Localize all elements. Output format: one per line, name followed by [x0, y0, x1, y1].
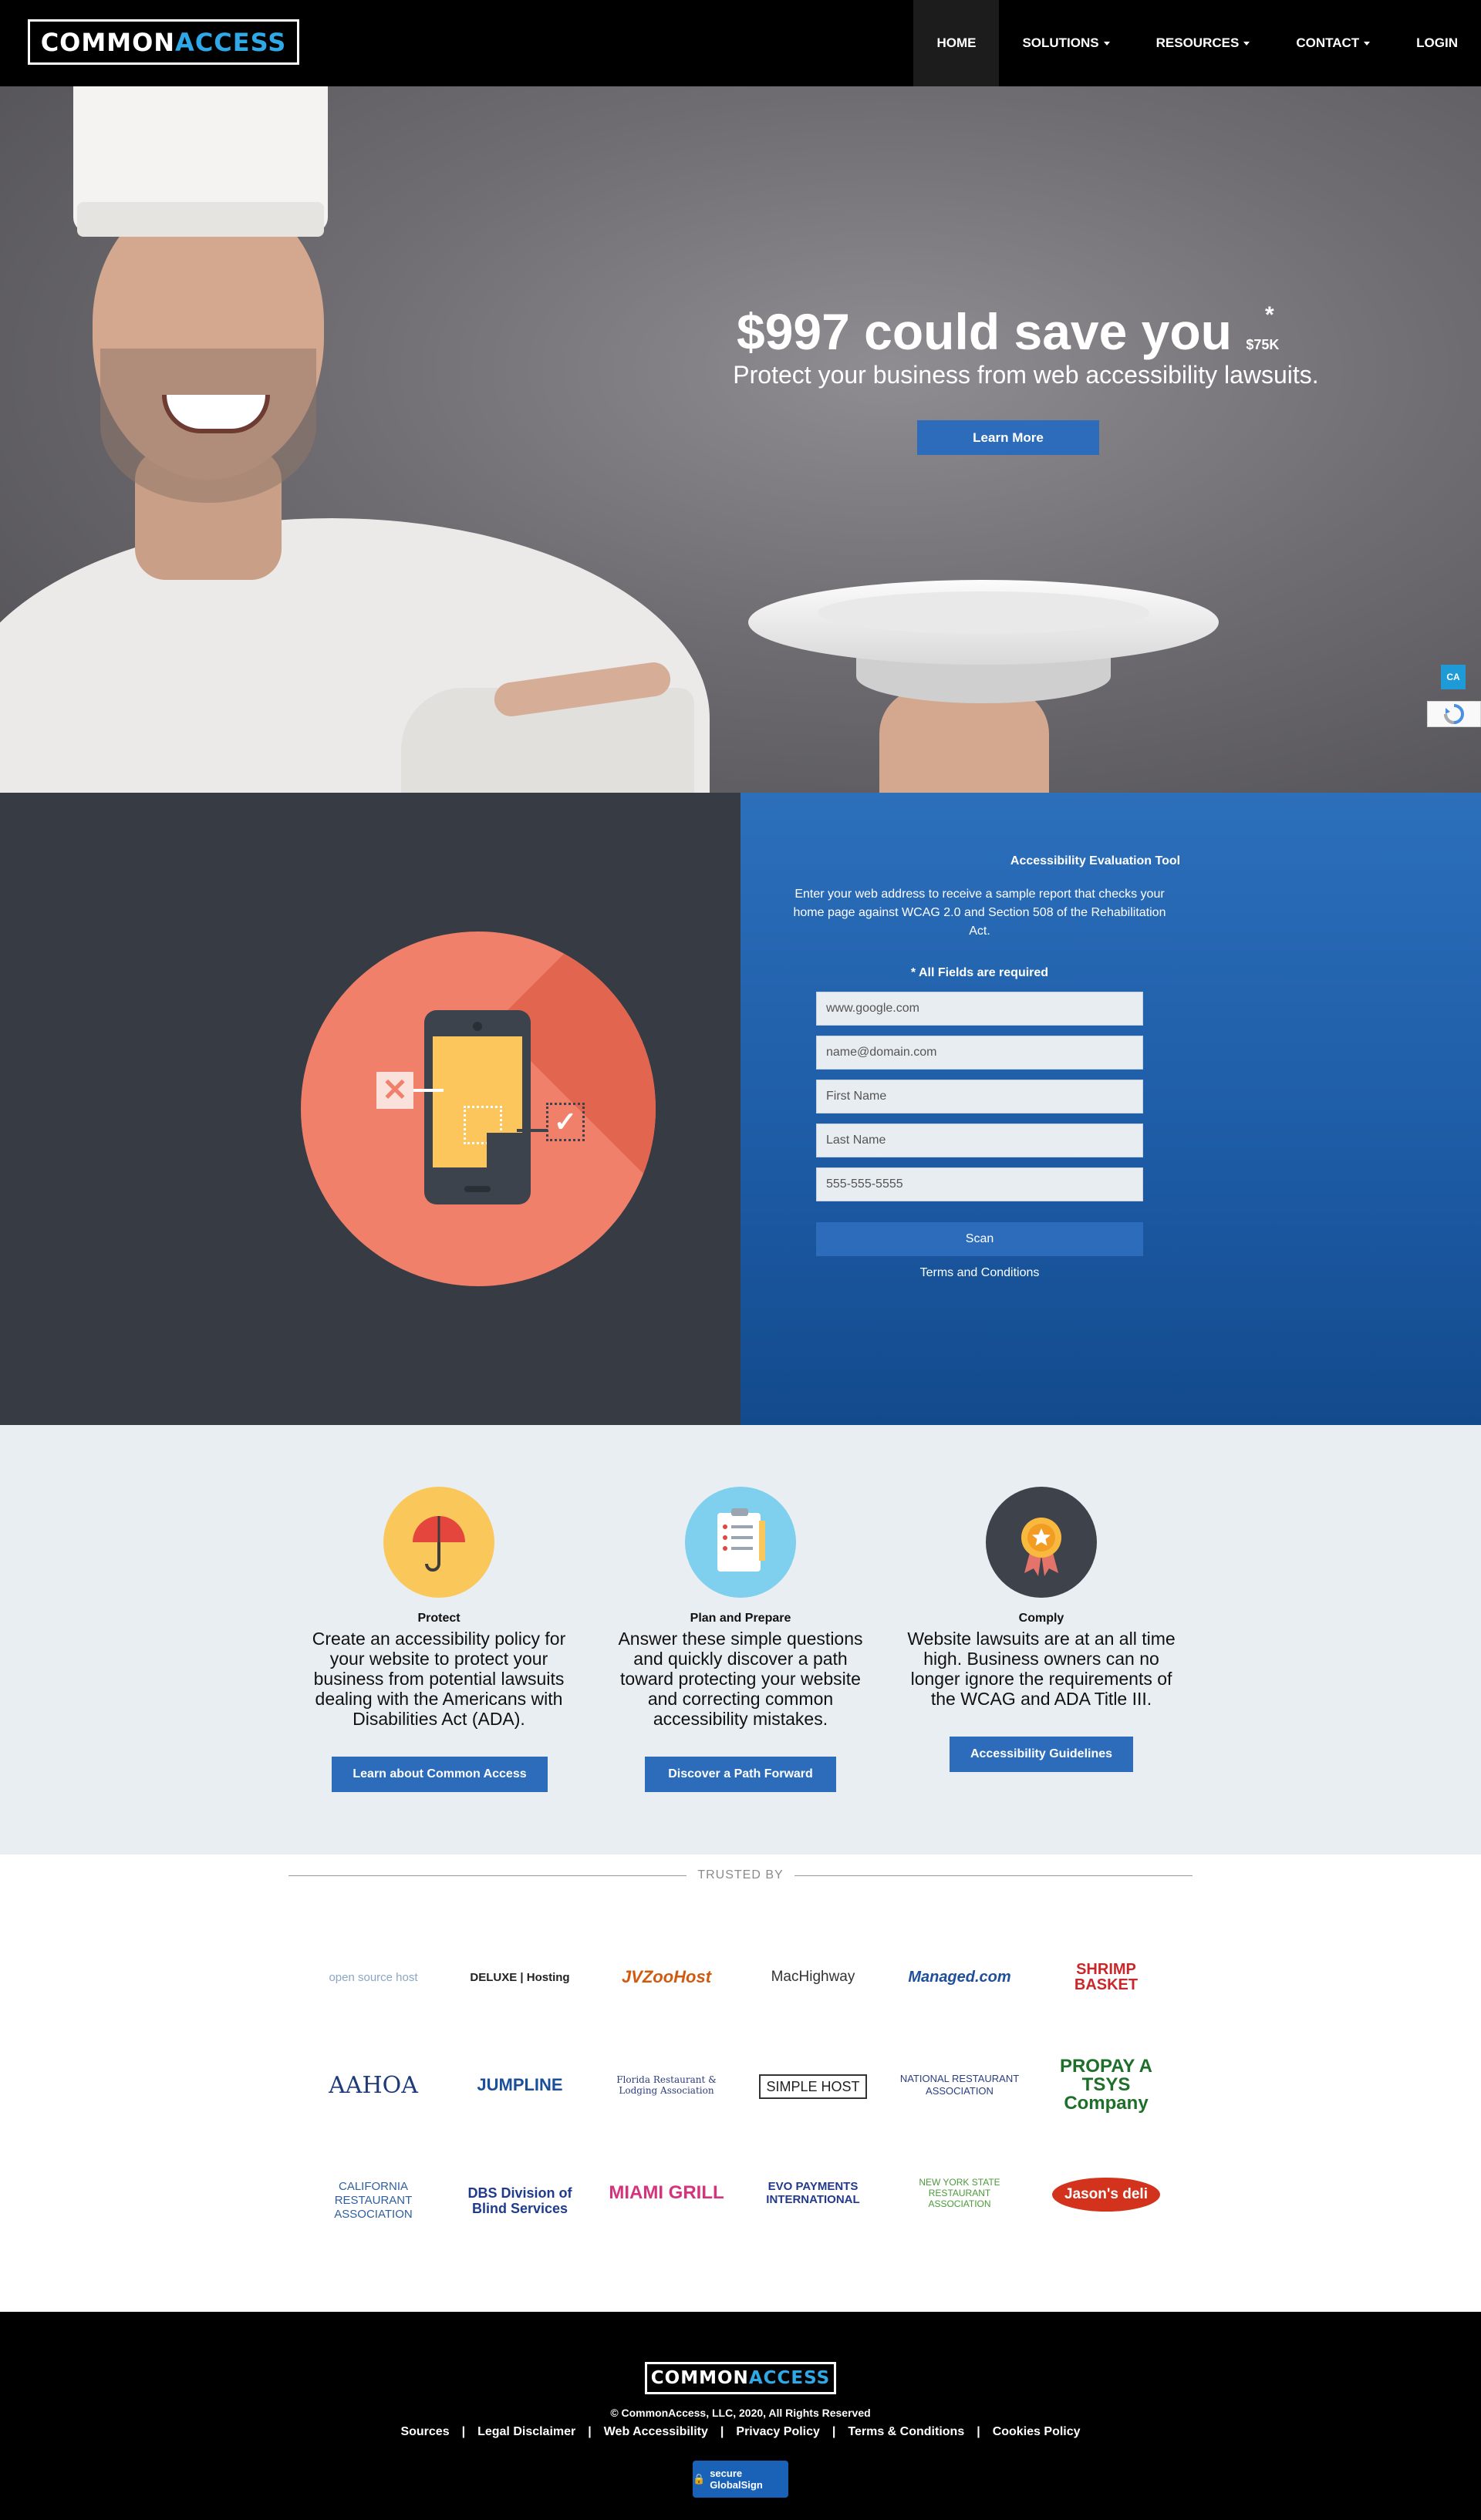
- site-logo[interactable]: COMMONACCESS: [28, 19, 299, 65]
- copyright: © CommonAccess, LLC, 2020, All Rights Re…: [610, 2407, 871, 2419]
- award-ribbon-icon: [986, 1487, 1097, 1598]
- partner-logo: NATIONAL RESTAURANT ASSOCIATION: [899, 2073, 1020, 2097]
- partner-logo: JUMPLINE: [477, 2075, 563, 2094]
- partner-logo: open source host: [329, 1970, 418, 1984]
- partner-logo: MacHighway: [771, 1969, 855, 1985]
- partner-logo: JVZooHost: [621, 1967, 712, 1986]
- partner-logo: DELUXE | Hosting: [470, 1970, 570, 1984]
- hero-title: $997 could save you $75K: [725, 302, 1296, 361]
- hero-asterisk: *: [1265, 302, 1274, 328]
- top-nav: COMMONACCESS HOME SOLUTIONS RESOURCES CO…: [0, 0, 1481, 86]
- logo-access: ACCESS: [748, 2368, 831, 2388]
- email-field[interactable]: [816, 1036, 1143, 1070]
- phone-icon: [424, 1010, 531, 1204]
- feature-text: Create an accessibility policy for your …: [312, 1629, 566, 1729]
- lock-icon: 🔒: [693, 2473, 706, 2485]
- feature-plan: Plan and Prepare Answer these simple que…: [606, 1487, 875, 1729]
- check-mark-icon: ✓: [546, 1103, 585, 1141]
- last-name-field[interactable]: [816, 1124, 1143, 1157]
- nav-item-contact[interactable]: CONTACT: [1273, 0, 1393, 86]
- phone-field[interactable]: [816, 1167, 1143, 1201]
- learn-about-common-access-button[interactable]: Learn about Common Access: [332, 1757, 548, 1792]
- required-note: * All Fields are required: [910, 966, 1049, 979]
- feature-text: Website lawsuits are at an all time high…: [907, 1629, 1176, 1709]
- feature-title: Plan and Prepare: [690, 1612, 791, 1625]
- partner-logo: SIMPLE HOST: [759, 2074, 867, 2099]
- feature-title: Protect: [417, 1612, 460, 1625]
- partner-logo: MIAMI GRILL: [609, 2182, 724, 2203]
- page: COMMONACCESS HOME SOLUTIONS RESOURCES CO…: [0, 0, 1481, 2520]
- phone-illustration: ✕ ✓: [301, 932, 656, 1286]
- nav-menu: HOME SOLUTIONS RESOURCES CONTACT LOGIN: [913, 0, 1481, 86]
- partner-logo: EVO PAYMENTS INTERNATIONAL: [766, 2180, 860, 2206]
- caret-down-icon: [1364, 41, 1371, 45]
- nav-label: SOLUTIONS: [1022, 35, 1099, 50]
- caret-down-icon: [1103, 41, 1110, 45]
- checklist-icon: [685, 1487, 796, 1598]
- footer-link-legal[interactable]: Legal Disclaimer: [477, 2425, 575, 2438]
- feature-comply: Comply Website lawsuits are at an all ti…: [906, 1487, 1176, 1709]
- nav-label: RESOURCES: [1155, 35, 1240, 50]
- logo-common: COMMON: [650, 2368, 749, 2388]
- footer-link-terms[interactable]: Terms & Conditions: [848, 2425, 964, 2438]
- nav-item-resources[interactable]: RESOURCES: [1133, 0, 1274, 86]
- partner-logo: Managed.com: [908, 1968, 1011, 1986]
- partner-logo: DBS Division of Blind Services: [467, 2185, 572, 2216]
- website-url-field[interactable]: [816, 992, 1143, 1026]
- partner-logo: NEW YORK STATE RESTAURANT ASSOCIATION: [919, 2177, 1000, 2209]
- scan-button[interactable]: Scan: [816, 1222, 1143, 1256]
- umbrella-icon: [383, 1487, 494, 1598]
- nav-item-home[interactable]: HOME: [913, 0, 1000, 86]
- form-title: Accessibility Evaluation Tool: [1010, 854, 1181, 868]
- nav-item-solutions[interactable]: SOLUTIONS: [999, 0, 1132, 86]
- feature-text: Answer these simple questions and quickl…: [618, 1629, 863, 1729]
- footer-link-cookies[interactable]: Cookies Policy: [993, 2425, 1081, 2438]
- hero-title-main: $997 could save you: [737, 303, 1232, 360]
- logo-access: ACCESS: [175, 27, 287, 57]
- nav-label: CONTACT: [1296, 35, 1360, 50]
- accessibility-guidelines-button[interactable]: Accessibility Guidelines: [950, 1737, 1133, 1772]
- hero-title-amount: $75K: [1246, 337, 1280, 352]
- x-mark-icon: ✕: [376, 1072, 413, 1109]
- form-description: Enter your web address to receive a samp…: [793, 888, 1166, 938]
- partner-logo: PROPAY A TSYS Company: [1059, 2056, 1153, 2114]
- hero-subtitle: Protect your business from web accessibi…: [733, 361, 1319, 389]
- partner-logo: SHRIMP BASKET: [1074, 1961, 1139, 1993]
- secure-seal-badge[interactable]: 🔒 secure GlobalSign: [693, 2461, 788, 2498]
- nav-label: HOME: [936, 35, 977, 50]
- discover-path-button[interactable]: Discover a Path Forward: [645, 1757, 836, 1792]
- terms-link[interactable]: Terms and Conditions: [816, 1266, 1143, 1280]
- first-name-field[interactable]: [816, 1080, 1143, 1113]
- partner-logo: Jason's deli: [1052, 2178, 1160, 2212]
- trusted-by-label: TRUSTED BY: [697, 1868, 784, 1882]
- footer-link-sources[interactable]: Sources: [400, 2425, 449, 2438]
- trusted-by-heading: TRUSTED BY: [288, 1868, 1193, 1883]
- logo-common: COMMON: [40, 27, 176, 57]
- caret-down-icon: [1243, 41, 1250, 45]
- learn-more-button[interactable]: Learn More: [917, 420, 1099, 455]
- footer-link-privacy[interactable]: Privacy Policy: [736, 2425, 820, 2438]
- feature-protect: Protect Create an accessibility policy f…: [304, 1487, 574, 1729]
- hero-banner: [0, 86, 1481, 793]
- feature-title: Comply: [1018, 1612, 1064, 1625]
- partner-logo: Florida Restaurant & Lodging Association: [616, 2074, 717, 2096]
- partner-logo: CALIFORNIA RESTAURANT ASSOCIATION: [334, 2180, 413, 2221]
- recaptcha-icon[interactable]: [1427, 701, 1481, 727]
- footer-logo[interactable]: COMMONACCESS: [645, 2362, 836, 2394]
- nav-item-login[interactable]: LOGIN: [1393, 0, 1481, 86]
- accessibility-widget-icon[interactable]: CA: [1441, 665, 1466, 689]
- nav-label: LOGIN: [1416, 35, 1458, 50]
- partner-logo: AAHOA: [329, 2071, 418, 2099]
- footer-links: Sources | Legal Disclaimer | Web Accessibili…: [400, 2425, 1081, 2438]
- footer-link-accessibility[interactable]: Web Accessibility: [604, 2425, 708, 2438]
